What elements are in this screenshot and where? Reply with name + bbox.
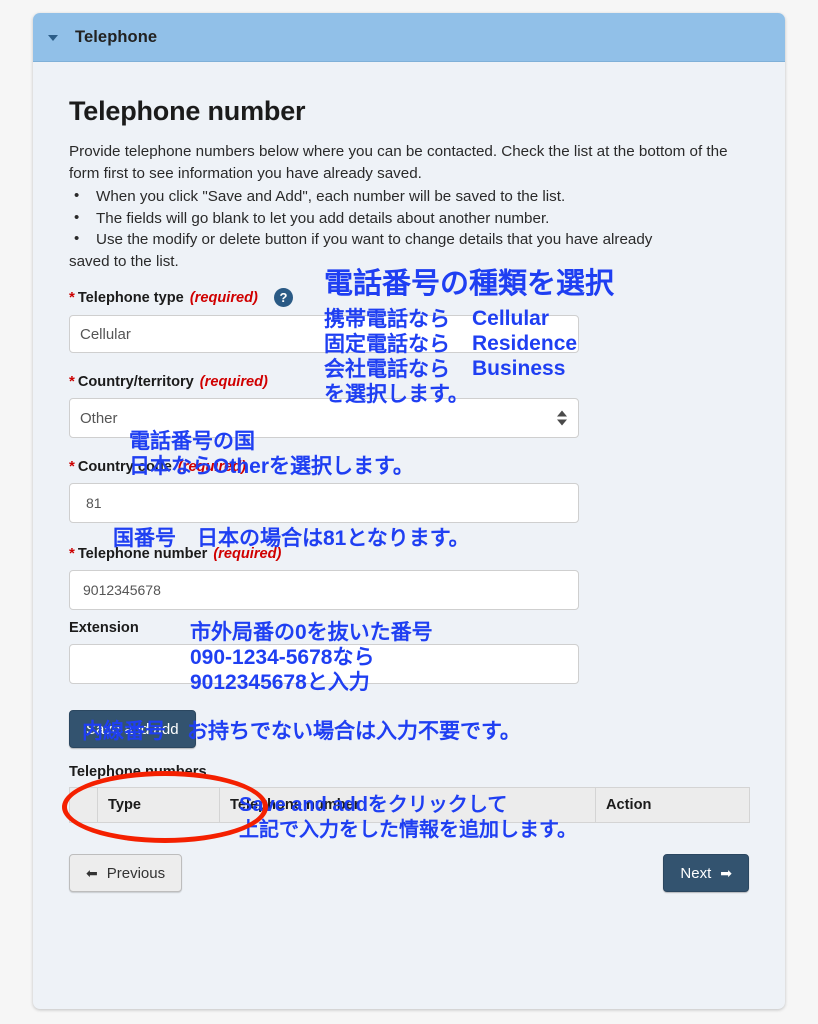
telephone-type-value: Cellular — [80, 325, 131, 343]
label-text: Extension — [69, 620, 139, 636]
list-item: Use the modify or delete button if you w… — [69, 228, 749, 251]
list-item: When you click "Save and Add", each numb… — [69, 185, 749, 208]
annotation-tel-line2: 090-1234-5678なら — [190, 646, 375, 669]
required-asterisk: * — [69, 458, 75, 475]
annotation-type-line3-jp: 会社電話なら — [324, 358, 450, 381]
annotation-type-title: 電話番号の種類を選択 — [324, 268, 615, 300]
telephone-panel: Telephone Telephone number Provide telep… — [33, 13, 785, 1009]
annotation-type-line2-en: Residence — [472, 332, 578, 355]
chevron-updown-icon[interactable] — [557, 410, 567, 426]
intro-paragraph: Provide telephone numbers below where yo… — [69, 143, 728, 182]
annotation-type-line2-jp: 固定電話なら — [324, 333, 450, 356]
caret-down-icon[interactable] — [45, 29, 61, 45]
annotation-type-line1-en: Cellular — [472, 307, 550, 330]
annotation-type-line1-jp: 携帯電話なら — [324, 308, 450, 331]
column-header-spacer — [69, 787, 98, 823]
annotation-type-line4: を選択します。 — [324, 383, 469, 406]
panel-header[interactable]: Telephone — [33, 13, 785, 62]
annotation-save-line2: 上記で入力をした情報を追加します。 — [239, 819, 577, 841]
instruction-list: When you click "Save and Add", each numb… — [69, 185, 749, 251]
required-hint: (required) — [189, 289, 258, 306]
panel-title: Telephone — [75, 27, 158, 46]
column-header-action: Action — [595, 787, 750, 823]
annotation-country-code: 国番号 日本の場合は81となります。 — [113, 527, 470, 550]
next-button[interactable]: Next ➡ — [663, 854, 749, 892]
required-asterisk: * — [69, 289, 75, 306]
country-territory-value: Other — [80, 409, 118, 427]
telephone-number-input[interactable]: 9012345678 — [69, 570, 579, 610]
annotation-type-line3-en: Business — [472, 357, 566, 380]
required-hint: (required) — [199, 373, 268, 390]
screenshot-root: Telephone Telephone number Provide telep… — [0, 0, 818, 1024]
page-title: Telephone number — [69, 96, 306, 126]
annotation-tel-line3: 9012345678と入力 — [190, 671, 370, 694]
country-code-input[interactable]: 81 — [69, 483, 579, 523]
required-asterisk: * — [69, 545, 75, 562]
previous-button[interactable]: ⬅ Previous — [69, 854, 183, 892]
list-item: The fields will go blank to let you add … — [69, 207, 749, 230]
telephone-number-value: 9012345678 — [83, 582, 161, 598]
annotation-tel-line1: 市外局番の0を抜いた番号 — [190, 621, 433, 644]
label-text: Telephone type — [77, 289, 184, 306]
column-header-type: Type — [97, 787, 220, 823]
country-code-value: 81 — [86, 495, 102, 511]
annotation-country-line2: 日本ならOtherを選択します。 — [129, 455, 414, 478]
next-button-label: Next — [680, 864, 712, 882]
question-mark-icon[interactable]: ? — [273, 288, 293, 307]
previous-button-label: Previous — [106, 864, 166, 882]
annotation-save-line1: Save and addをクリックして — [239, 794, 508, 816]
label-text: Country/territory — [77, 373, 194, 390]
field-telephone-number: * Telephone number (required) 9012345678 — [69, 545, 749, 610]
arrow-left-icon: ⬅ — [86, 864, 98, 881]
telephone-numbers-caption: Telephone numbers — [69, 764, 207, 780]
wizard-navigation: ⬅ Previous Next ➡ — [69, 854, 749, 892]
annotation-country-line1: 電話番号の国 — [129, 430, 255, 453]
annotation-extension: 内線番号 お持ちでない場合は入力不要です。 — [82, 720, 521, 743]
required-asterisk: * — [69, 373, 75, 390]
arrow-right-icon: ➡ — [720, 864, 732, 881]
